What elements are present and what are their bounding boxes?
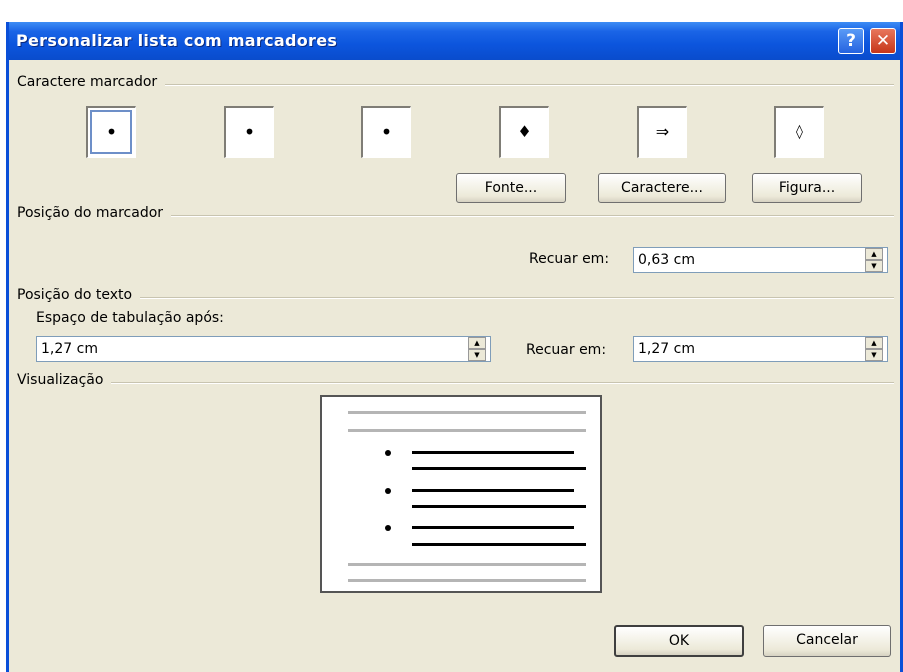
bullet-option-5[interactable]: ⇒: [637, 106, 687, 158]
title-bar[interactable]: Personalizar lista com marcadores ? ✕: [9, 22, 900, 60]
help-button[interactable]: ?: [838, 28, 864, 54]
group-label-preview: Visualização: [17, 372, 112, 388]
spin-down-icon[interactable]: ▼: [865, 260, 883, 272]
group-label-text-position: Posição do texto: [17, 287, 141, 303]
text-indent-label: Recuar em:: [526, 342, 607, 358]
preview-pane: [320, 395, 602, 593]
bullet-glyph: ◊: [796, 124, 803, 140]
group-separator-text-position: [17, 297, 894, 299]
preview-line: [412, 526, 574, 529]
dialog-window: Personalizar lista com marcadores ? ✕ Ca…: [6, 22, 903, 672]
picture-button[interactable]: Figura...: [752, 173, 862, 203]
spin-up-icon[interactable]: ▲: [865, 337, 883, 349]
preview-line: [348, 563, 586, 566]
text-indent-spinner[interactable]: ▲ ▼: [865, 337, 883, 361]
spin-up-icon[interactable]: ▲: [468, 337, 486, 349]
group-label-bullet-char: Caractere marcador: [17, 74, 166, 90]
bullet-option-4[interactable]: ♦: [499, 106, 549, 158]
tab-space-label: Espaço de tabulação após:: [36, 310, 224, 326]
bullet-indent-spinner[interactable]: ▲ ▼: [865, 248, 883, 272]
bullet-glyph: ♦: [517, 122, 532, 141]
preview-line: [412, 543, 586, 546]
preview-bullet: [385, 525, 391, 531]
bullet-indent-field[interactable]: 0,63 cm ▲ ▼: [633, 247, 888, 273]
bullet-indent-value: 0,63 cm: [638, 252, 695, 268]
bullet-option-2[interactable]: •: [224, 106, 274, 158]
preview-line: [412, 467, 586, 470]
bullet-indent-label: Recuar em:: [529, 251, 610, 267]
preview-line: [412, 505, 586, 508]
bullet-option-1[interactable]: •: [86, 106, 136, 158]
preview-line: [348, 411, 586, 414]
bullet-glyph: •: [243, 120, 256, 144]
close-button[interactable]: ✕: [870, 28, 896, 54]
dialog-title: Personalizar lista com marcadores: [16, 31, 338, 50]
spin-down-icon[interactable]: ▼: [865, 349, 883, 361]
tab-space-field[interactable]: 1,27 cm ▲ ▼: [36, 336, 491, 362]
bullet-glyph: ⇒: [655, 122, 670, 141]
text-indent-value: 1,27 cm: [638, 341, 695, 357]
spin-down-icon[interactable]: ▼: [468, 349, 486, 361]
preview-bullet: [385, 450, 391, 456]
text-indent-field[interactable]: 1,27 cm ▲ ▼: [633, 336, 888, 362]
bullet-option-3[interactable]: •: [361, 106, 411, 158]
ok-button[interactable]: OK: [614, 625, 744, 657]
bullet-option-6[interactable]: ◊: [774, 106, 824, 158]
preview-line: [412, 451, 574, 454]
tab-space-spinner[interactable]: ▲ ▼: [468, 337, 486, 361]
preview-line: [412, 489, 574, 492]
bullet-glyph: •: [380, 120, 393, 144]
group-separator-preview: [17, 382, 894, 384]
bullet-glyph: •: [105, 120, 118, 144]
preview-line: [348, 429, 586, 432]
spin-up-icon[interactable]: ▲: [865, 248, 883, 260]
preview-line: [348, 579, 586, 582]
character-button[interactable]: Caractere...: [598, 173, 726, 203]
font-button[interactable]: Fonte...: [456, 173, 566, 203]
preview-bullet: [385, 488, 391, 494]
group-label-bullet-position: Posição do marcador: [17, 205, 172, 221]
tab-space-value: 1,27 cm: [41, 341, 98, 357]
cancel-button[interactable]: Cancelar: [763, 625, 891, 657]
